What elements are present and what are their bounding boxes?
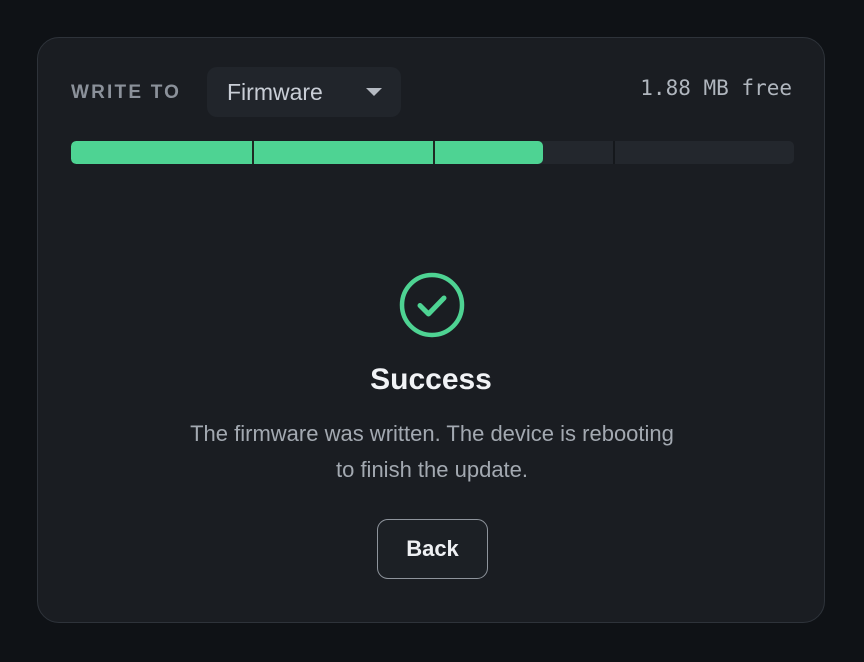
- progress-segment-divider: [252, 141, 254, 164]
- result-message: The firmware was written. The device is …: [190, 421, 674, 482]
- write-target-select[interactable]: Firmware: [207, 67, 401, 117]
- chevron-down-icon: [366, 88, 382, 96]
- result-title: Success: [370, 363, 492, 396]
- write-card: WRITE TO Firmware 1.88 MB free Success T…: [37, 37, 825, 623]
- write-to-label: WRITE TO: [71, 82, 182, 103]
- write-progress-fill: [71, 141, 544, 164]
- check-circle-icon: [399, 272, 465, 338]
- write-progress-bar: [71, 141, 794, 164]
- progress-segment-divider: [433, 141, 435, 164]
- progress-segment-divider: [613, 141, 615, 164]
- write-target-value: Firmware: [227, 78, 323, 105]
- back-button[interactable]: Back: [377, 519, 488, 579]
- free-space-readout: 1.88 MB free: [640, 76, 792, 100]
